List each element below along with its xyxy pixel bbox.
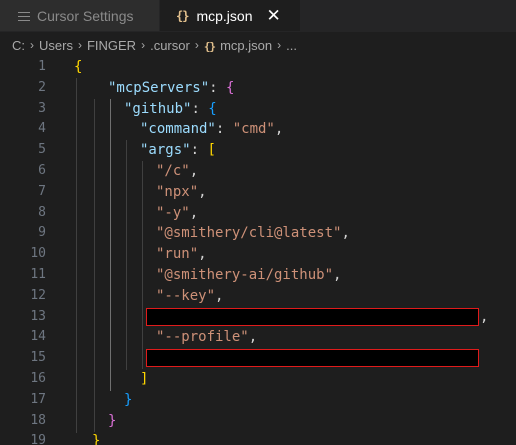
code-line: 9 "@smithery/cli@latest", bbox=[0, 223, 516, 244]
line-number: 6 bbox=[38, 163, 46, 178]
code-text: "-y", bbox=[156, 204, 199, 221]
breadcrumb-cursor[interactable]: .cursor bbox=[150, 38, 190, 53]
breadcrumb-drive[interactable]: C: bbox=[12, 38, 25, 53]
json-icon: {} bbox=[203, 39, 216, 53]
code-line: 6 "/c", bbox=[0, 161, 516, 182]
code-line: 4 "command": "cmd", bbox=[0, 119, 516, 140]
line-number: 11 bbox=[30, 267, 46, 282]
line-number: 12 bbox=[30, 287, 46, 303]
tab-bar: Cursor Settings {} mcp.json ✕ bbox=[0, 0, 516, 32]
code-text: "@smithery/cli@latest", bbox=[156, 225, 350, 242]
code-text: "--profile", bbox=[156, 329, 258, 346]
arg-value: "@smithery/cli@latest" bbox=[156, 225, 342, 242]
arg-value: "--key" bbox=[156, 287, 216, 304]
line-number: 10 bbox=[30, 246, 46, 262]
chevron-right-icon: › bbox=[30, 38, 34, 52]
close-brace: } bbox=[92, 433, 101, 445]
key-github: "github" bbox=[124, 100, 192, 117]
code-line: 13 , bbox=[0, 307, 516, 328]
close-brace: } bbox=[124, 391, 133, 408]
arg-value: "npx" bbox=[156, 183, 199, 200]
line-number: 7 bbox=[38, 183, 46, 199]
code-text: "--key", bbox=[156, 287, 224, 304]
json-icon: {} bbox=[176, 8, 189, 23]
redacted-profile-value bbox=[146, 349, 479, 368]
line-number: 8 bbox=[38, 204, 46, 220]
breadcrumb: C: › Users › FINGER › .cursor › {} mcp.js… bbox=[0, 32, 516, 58]
line-number: 5 bbox=[38, 142, 46, 158]
tab-label: Cursor Settings bbox=[37, 7, 134, 24]
open-brace: { bbox=[74, 59, 83, 75]
line-number: 9 bbox=[38, 225, 46, 241]
close-bracket: ] bbox=[140, 371, 149, 387]
arg-value: "-y" bbox=[156, 204, 190, 221]
line-number: 3 bbox=[38, 100, 46, 116]
key-args: "args" bbox=[140, 142, 191, 159]
code-line: 10 "run", bbox=[0, 244, 516, 265]
chevron-right-icon: › bbox=[277, 38, 282, 52]
tab-label: mcp.json bbox=[196, 7, 253, 24]
code-text: "npx", bbox=[156, 183, 207, 200]
code-text: "github": { bbox=[124, 100, 217, 117]
code-line: 2 "mcpServers": { bbox=[0, 78, 516, 99]
code-text: "@smithery-ai/github", bbox=[156, 267, 342, 283]
line-number: 15 bbox=[30, 350, 46, 366]
editor-window: Cursor Settings {} mcp.json ✕ C: › Users… bbox=[0, 0, 516, 445]
line-number: 17 bbox=[30, 391, 46, 407]
line-number: 16 bbox=[30, 371, 46, 386]
line-number: 19 bbox=[30, 433, 46, 445]
trailing-comma: , bbox=[480, 308, 489, 325]
arg-value: "--profile" bbox=[156, 329, 249, 346]
chevron-right-icon: › bbox=[194, 38, 199, 52]
arg-value: "/c" bbox=[156, 163, 190, 179]
line-number: 13 bbox=[30, 308, 46, 324]
breadcrumb-file-label: mcp.json bbox=[220, 37, 273, 53]
close-icon[interactable]: ✕ bbox=[266, 6, 280, 26]
breadcrumb-users[interactable]: Users bbox=[39, 38, 73, 53]
code-line: 16 ] bbox=[0, 369, 516, 390]
breadcrumb-finger[interactable]: FINGER bbox=[87, 38, 136, 53]
code-line: 14 "--profile", bbox=[0, 327, 516, 348]
line-number: 4 bbox=[38, 121, 46, 137]
chevron-right-icon: › bbox=[77, 38, 82, 52]
code-text: "/c", bbox=[156, 163, 199, 179]
line-number: 1 bbox=[38, 59, 46, 74]
code-line: 12 "--key", bbox=[0, 286, 516, 307]
code-line: 7 "npx", bbox=[0, 182, 516, 203]
code-line: 1 { bbox=[0, 57, 516, 78]
value-command: "cmd" bbox=[232, 121, 275, 138]
tab-cursor-settings[interactable]: Cursor Settings bbox=[0, 0, 160, 31]
code-line: 17 } bbox=[0, 390, 516, 411]
line-number: 14 bbox=[30, 329, 46, 345]
close-brace: } bbox=[108, 412, 117, 429]
code-line: 3 "github": { bbox=[0, 99, 516, 120]
chevron-right-icon: › bbox=[141, 38, 146, 52]
key-mcpservers: "mcpServers" bbox=[108, 79, 210, 96]
code-text: "run", bbox=[156, 246, 207, 263]
arg-value: "run" bbox=[156, 246, 199, 263]
code-line: 11 "@smithery-ai/github", bbox=[0, 265, 516, 286]
settings-icon bbox=[18, 11, 30, 21]
code-text: "command": "cmd", bbox=[140, 121, 284, 138]
arg-value: "@smithery-ai/github" bbox=[156, 267, 334, 283]
redacted-key-value bbox=[146, 307, 479, 326]
line-number: 2 bbox=[38, 79, 46, 95]
code-text: "args": [ bbox=[140, 142, 216, 159]
breadcrumb-symbols[interactable]: ... bbox=[286, 38, 297, 53]
line-number: 18 bbox=[30, 412, 46, 428]
code-editor[interactable]: 1 { 2 "mcpServers": { 3 "github": { 4 "c… bbox=[0, 57, 516, 445]
key-command: "command" bbox=[140, 121, 216, 138]
code-line: 19 } bbox=[0, 431, 516, 445]
code-text: "mcpServers": { bbox=[108, 79, 235, 96]
tab-mcp-json[interactable]: {} mcp.json ✕ bbox=[160, 0, 300, 31]
code-line: 18 } bbox=[0, 411, 516, 432]
code-line: 5 "args": [ bbox=[0, 140, 516, 161]
code-line: 15 bbox=[0, 348, 516, 369]
code-line: 8 "-y", bbox=[0, 203, 516, 224]
breadcrumb-file[interactable]: {} mcp.json bbox=[204, 38, 272, 53]
